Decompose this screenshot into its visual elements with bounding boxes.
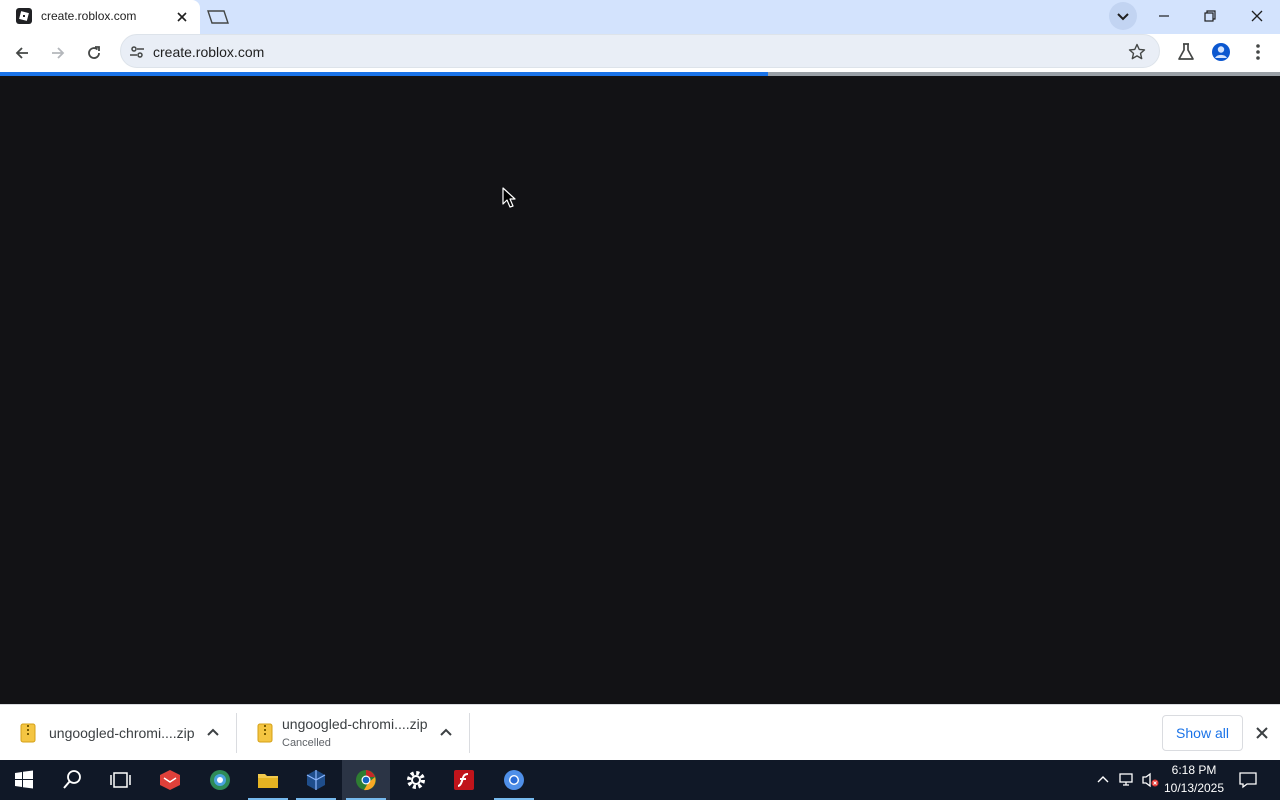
taskbar-app[interactable] [292,760,340,800]
zip-file-icon [257,723,273,743]
clock-date[interactable]: 10/13/2025 [1160,781,1228,795]
taskbar-app[interactable] [440,760,488,800]
download-status: Cancelled [282,737,331,749]
task-view-icon [110,772,131,788]
site-info-icon[interactable] [129,44,145,60]
tab-search-button[interactable] [1109,2,1137,30]
chevron-down-icon [1117,13,1129,21]
minimize-icon [1159,15,1169,17]
mouse-cursor-icon [502,187,516,208]
task-view-button[interactable] [96,760,144,800]
search-icon [63,770,81,789]
chromium-icon [504,770,524,790]
chevron-up-icon[interactable] [206,727,220,737]
volume-muted-icon[interactable] [1141,772,1159,788]
download-filename: ungoogled-chromi....zip [49,725,195,741]
tab-title: create.roblox.com [41,9,137,23]
close-icon [1251,10,1263,22]
back-button[interactable] [7,38,37,68]
close-shelf-icon[interactable] [1255,726,1269,740]
more-menu-icon[interactable] [1248,42,1268,62]
close-tab-icon[interactable] [174,9,190,25]
taskbar-app[interactable] [490,760,538,800]
profile-avatar-icon[interactable] [1211,42,1231,62]
browser-toolbar: create.roblox.com [0,34,1280,72]
reload-icon [88,46,100,59]
download-shelf: ungoogled-chromi....zip ungoogled-chromi… [0,704,1280,760]
chevron-up-icon[interactable] [439,727,453,737]
roblox-favicon-icon [16,8,32,24]
taskbar-app-active[interactable] [342,760,390,800]
download-divider [469,713,470,753]
settings-icon [407,771,425,789]
download-item[interactable]: ungoogled-chromi....zip Cancelled [237,705,469,761]
app-red-icon [160,770,180,790]
taskbar-app[interactable] [244,760,292,800]
minimize-button[interactable] [1141,0,1187,32]
show-hidden-icons-icon[interactable] [1096,774,1110,784]
download-filename: ungoogled-chromi....zip [282,716,428,732]
browser-tab[interactable]: create.roblox.com [0,0,200,34]
restore-icon [1204,10,1216,22]
new-tab-icon[interactable] [205,9,230,25]
bookmark-star-icon[interactable] [1128,43,1146,61]
windows-taskbar: 6:18 PM 10/13/2025 [0,760,1280,800]
restore-button[interactable] [1187,0,1233,32]
url-text: create.roblox.com [153,44,265,60]
labs-flask-icon[interactable] [1176,42,1196,62]
address-bar[interactable]: create.roblox.com [120,34,1160,68]
download-item[interactable]: ungoogled-chromi....zip [0,705,236,761]
file-explorer-icon [258,774,278,788]
virtualbox-icon [306,770,326,790]
globe-icon [210,770,230,790]
start-button[interactable] [0,760,48,800]
notifications-icon[interactable] [1238,771,1258,789]
search-button[interactable] [48,760,96,800]
zip-file-icon [20,723,36,743]
forward-button[interactable] [43,38,73,68]
start-icon [15,770,33,789]
close-window-button[interactable] [1234,0,1280,32]
network-icon[interactable] [1118,772,1136,788]
taskbar-app[interactable] [146,760,194,800]
taskbar-app[interactable] [196,760,244,800]
show-all-button[interactable]: Show all [1162,715,1243,751]
chrome-icon [356,770,376,791]
page-content[interactable] [0,76,1280,704]
arrow-left-icon [15,47,28,59]
tab-strip: create.roblox.com [0,0,1280,34]
clock-time[interactable]: 6:18 PM [1160,763,1228,777]
flash-icon [454,770,474,790]
arrow-right-icon [52,47,65,59]
taskbar-app[interactable] [392,760,440,800]
reload-button[interactable] [79,38,109,68]
